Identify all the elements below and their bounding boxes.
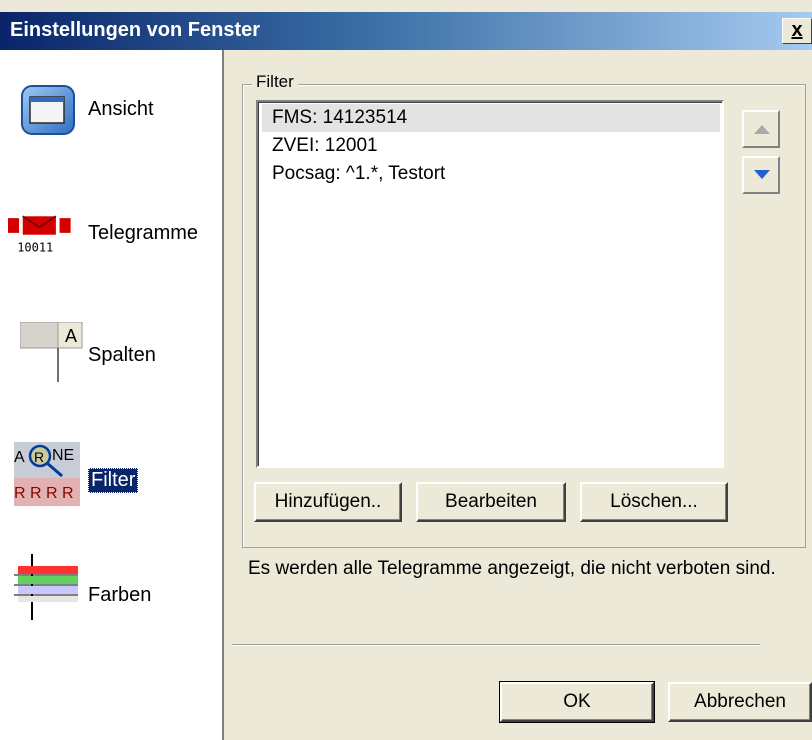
sidebar-item-label: Spalten (88, 344, 156, 366)
move-down-button[interactable] (742, 156, 780, 194)
columns-icon-letter: A (65, 326, 77, 346)
list-item[interactable]: FMS: 14123514 (262, 104, 720, 132)
window-view-icon (21, 85, 75, 135)
sidebar-item-label: Filter (88, 468, 139, 493)
close-icon: x (791, 19, 803, 41)
sidebar-item-label: Ansicht (88, 98, 154, 120)
filter-description: Es werden alle Telegramme angezeigt, die… (248, 558, 776, 579)
svg-text:NE: NE (52, 447, 74, 464)
close-button[interactable]: x (782, 18, 812, 44)
arrow-down-icon (754, 170, 770, 179)
svg-text:R R R R: R R R R (14, 485, 74, 502)
filter-magnifier-icon: A R NE R R R R (14, 442, 80, 506)
edit-filter-button[interactable]: Bearbeiten (416, 482, 566, 522)
color-stripes-icon (14, 554, 78, 620)
category-sidebar: Ansicht 10011 Telegramme A Spalten A R N… (0, 50, 224, 740)
window-title: Einstellungen von Fenster (10, 19, 261, 41)
sidebar-item-filter[interactable]: A R NE R R R R Filter (0, 442, 222, 522)
sidebar-item-spalten[interactable]: A Spalten (0, 322, 222, 402)
delete-filter-button[interactable]: Löschen... (580, 482, 728, 522)
footer-divider (232, 644, 760, 646)
telegram-envelope-icon: 10011 (8, 215, 71, 254)
sidebar-item-ansicht[interactable]: Ansicht (0, 80, 222, 160)
filter-list[interactable]: FMS: 14123514 ZVEI: 12001 Pocsag: ^1.*, … (256, 100, 724, 468)
arrow-up-icon (754, 125, 770, 134)
list-item[interactable]: ZVEI: 12001 (262, 132, 720, 160)
cancel-button[interactable]: Abbrechen (668, 682, 812, 722)
move-up-button[interactable] (742, 110, 780, 148)
telegram-icon-bits: 10011 (17, 240, 53, 254)
sidebar-item-label: Telegramme (88, 222, 199, 244)
sidebar-item-telegramme[interactable]: 10011 Telegramme (0, 208, 222, 288)
sidebar-item-label: Farben (88, 584, 152, 606)
list-item[interactable]: Pocsag: ^1.*, Testort (262, 160, 720, 188)
columns-header-icon: A (20, 322, 83, 382)
svg-text:A: A (14, 449, 25, 466)
title-bar[interactable]: Einstellungen von Fenster x (0, 12, 812, 50)
settings-dialog: Einstellungen von Fenster x Ansicht 1001… (0, 0, 812, 740)
add-filter-button[interactable]: Hinzufügen.. (254, 482, 402, 522)
sidebar-item-farben[interactable]: Farben (0, 554, 222, 634)
svg-text:R: R (34, 449, 44, 465)
ok-button[interactable]: OK (499, 681, 655, 723)
filter-group-label: Filter (252, 72, 298, 92)
